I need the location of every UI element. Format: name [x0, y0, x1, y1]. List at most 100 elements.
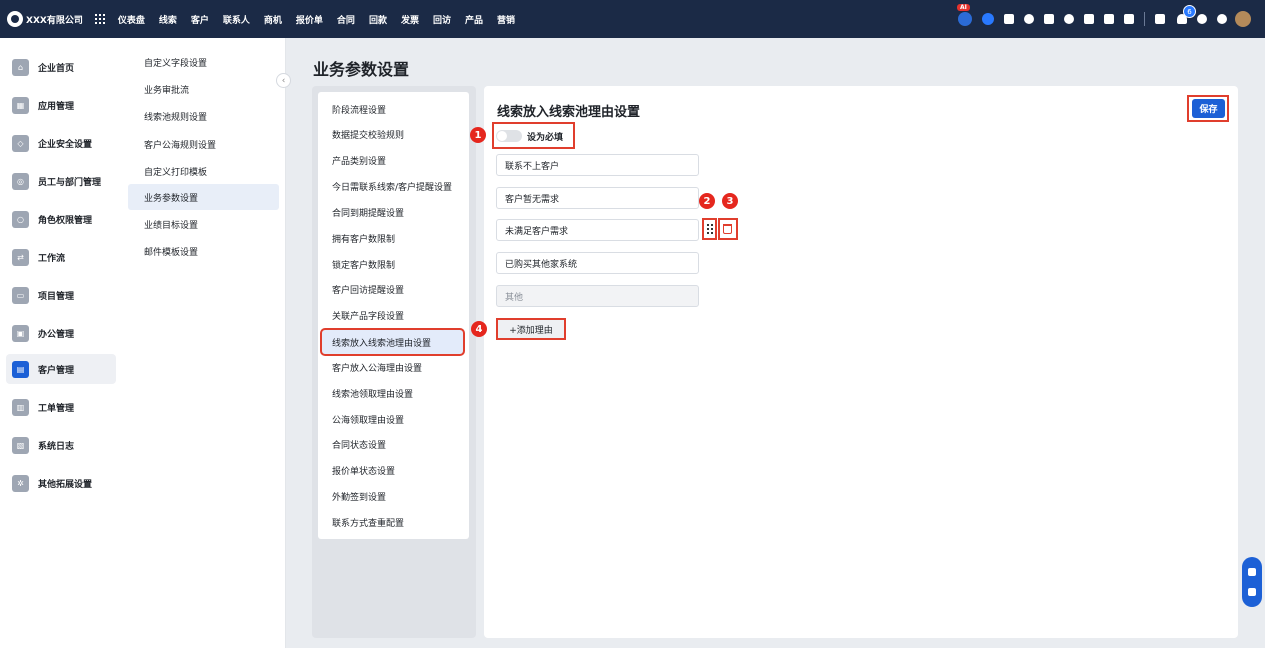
sidebar-item-extensions[interactable]: ✲ 其他拓展设置: [6, 468, 116, 498]
menu-item-quote-status[interactable]: 报价单状态设置: [322, 458, 463, 482]
nav-dashboard[interactable]: 仪表盘: [118, 13, 145, 26]
menu-item-product-fields[interactable]: 关联产品字段设置: [322, 303, 463, 327]
subnav-item-email-templates[interactable]: 邮件模板设置: [128, 238, 279, 264]
menu-item-contract-status[interactable]: 合同状态设置: [322, 432, 463, 456]
add-reason-button[interactable]: +添加理由: [498, 320, 564, 338]
nav-invoices[interactable]: 发票: [401, 13, 419, 26]
nav-customers[interactable]: 客户: [191, 13, 209, 26]
step-marker: 2: [699, 193, 715, 209]
customer-icon: ▤: [12, 360, 29, 378]
reason-input[interactable]: [496, 154, 699, 176]
feedback-icon[interactable]: [1248, 588, 1256, 596]
sidebar: ⌂ 企业首页 ▦ 应用管理 ◇ 企业安全设置 ◎ 员工与部门管理 ○ 角色权限管理 ⇄ 工作…: [0, 38, 124, 648]
sidebar-item-label: 系统日志: [38, 441, 75, 452]
step-marker: 3: [722, 193, 738, 209]
menu-item-contract-expiry-reminder[interactable]: 合同到期提醒设置: [322, 200, 463, 224]
divider: [1144, 12, 1145, 26]
drag-handle-icon[interactable]: [707, 224, 713, 234]
nav-opportunities[interactable]: 商机: [264, 13, 282, 26]
sidebar-item-label: 办公管理: [38, 329, 75, 340]
bell-icon[interactable]: 6: [1177, 5, 1196, 24]
menu-item-lead-pool-reason[interactable]: 线索放入线索池理由设置: [320, 328, 465, 356]
mail-icon[interactable]: [1044, 14, 1054, 24]
sidebar-item-logs[interactable]: ▧ 系统日志: [6, 430, 116, 460]
customer-service-icon[interactable]: [1248, 568, 1256, 576]
subnav-item-print-templates[interactable]: 自定义打印模板: [128, 158, 279, 184]
ai-badge: AI: [957, 4, 970, 11]
user-icon[interactable]: [1064, 14, 1074, 24]
sidebar-item-label: 应用管理: [38, 101, 75, 112]
sidebar-item-home[interactable]: ⌂ 企业首页: [6, 52, 116, 82]
toggle-knob: [497, 131, 507, 141]
sidebar-item-roles[interactable]: ○ 角色权限管理: [6, 204, 116, 234]
ai-assistant-icon[interactable]: AI: [957, 4, 972, 26]
reason-input[interactable]: [496, 219, 699, 241]
sidebar-item-security[interactable]: ◇ 企业安全设置: [6, 128, 116, 158]
avatar[interactable]: [1235, 11, 1251, 27]
project-icon: ▭: [12, 286, 29, 304]
menu-item-today-contact-reminder[interactable]: 今日需联系线索/客户提醒设置: [322, 174, 463, 198]
menu-item-stage-flow[interactable]: 阶段流程设置: [322, 97, 463, 121]
subnav-item-public-sea-rules[interactable]: 客户公海规则设置: [128, 131, 279, 157]
menu-item-revisit-reminder[interactable]: 客户回访提醒设置: [322, 277, 463, 301]
trash-icon[interactable]: [723, 224, 732, 234]
sidebar-item-tickets[interactable]: ▥ 工单管理: [6, 392, 116, 422]
menu-item-customer-limit[interactable]: 拥有客户数限制: [322, 226, 463, 250]
nav-quotes[interactable]: 报价单: [296, 13, 323, 26]
sub-nav: 自定义字段设置 业务审批流 线索池规则设置 客户公海规则设置 自定义打印模板 业…: [124, 38, 286, 648]
help-icon[interactable]: [1197, 14, 1207, 24]
subnav-item-approval-flow[interactable]: 业务审批流: [128, 76, 279, 102]
sidebar-item-staff[interactable]: ◎ 员工与部门管理: [6, 166, 116, 196]
sidebar-item-label: 工单管理: [38, 403, 75, 414]
menu-item-validation-rules[interactable]: 数据提交校验规则: [322, 122, 463, 146]
calendar-icon[interactable]: [1124, 14, 1134, 24]
bot-icon[interactable]: [982, 13, 994, 25]
sidebar-item-projects[interactable]: ▭ 项目管理: [6, 280, 116, 310]
team-icon: ◎: [12, 172, 29, 190]
sidebar-item-apps[interactable]: ▦ 应用管理: [6, 90, 116, 120]
document-icon[interactable]: [1084, 14, 1094, 24]
nav-leads[interactable]: 线索: [159, 13, 177, 26]
menu-item-contact-dedup[interactable]: 联系方式查重配置: [322, 510, 463, 534]
phone-icon[interactable]: [1104, 14, 1114, 24]
nav-revisits[interactable]: 回访: [433, 13, 451, 26]
subnav-item-business-params[interactable]: 业务参数设置: [128, 184, 279, 210]
required-toggle[interactable]: [496, 130, 522, 142]
sidebar-item-customers[interactable]: ▤ 客户管理: [6, 354, 116, 384]
collapse-sidebar-button[interactable]: ‹: [276, 73, 291, 88]
required-toggle-label: 设为必填: [527, 133, 564, 143]
subnav-item-performance-goals[interactable]: 业绩目标设置: [128, 211, 279, 237]
globe-icon[interactable]: [1024, 14, 1034, 24]
reason-input-disabled: [496, 285, 699, 307]
nav-contracts[interactable]: 合同: [337, 13, 355, 26]
menu-item-field-checkin[interactable]: 外勤签到设置: [322, 484, 463, 508]
save-button[interactable]: 保存: [1192, 99, 1225, 118]
menu-item-public-sea-reason[interactable]: 客户放入公海理由设置: [322, 355, 463, 379]
sidebar-item-workflow[interactable]: ⇄ 工作流: [6, 242, 116, 272]
subnav-item-lead-pool-rules[interactable]: 线索池规则设置: [128, 103, 279, 129]
subnav-item-custom-fields[interactable]: 自定义字段设置: [128, 49, 279, 75]
menu-item-product-category[interactable]: 产品类别设置: [322, 148, 463, 172]
report-icon[interactable]: [1155, 14, 1165, 24]
brand[interactable]: XXX有限公司: [7, 11, 83, 27]
nav-payments[interactable]: 回款: [369, 13, 387, 26]
chat-icon[interactable]: [1004, 14, 1014, 24]
menu-item-lock-limit[interactable]: 锁定客户数限制: [322, 252, 463, 276]
menu-item-public-claim-reason[interactable]: 公海领取理由设置: [322, 407, 463, 431]
menu-item-lead-claim-reason[interactable]: 线索池领取理由设置: [322, 381, 463, 405]
apps-icon: ▦: [12, 96, 29, 114]
sidebar-item-office[interactable]: ▣ 办公管理: [6, 318, 116, 348]
top-right-icons: AI 6: [957, 0, 1251, 38]
reason-input[interactable]: [496, 187, 699, 209]
app-grid-icon[interactable]: [94, 13, 106, 25]
settings-icon[interactable]: [1217, 14, 1227, 24]
sidebar-item-label: 企业安全设置: [38, 139, 93, 150]
sidebar-item-label: 其他拓展设置: [38, 479, 93, 490]
nav-contacts[interactable]: 联系人: [223, 13, 250, 26]
page-title: 业务参数设置: [313, 60, 410, 79]
nav-products[interactable]: 产品: [465, 13, 483, 26]
reason-input[interactable]: [496, 252, 699, 274]
sidebar-item-label: 工作流: [38, 253, 66, 264]
floating-toolbar[interactable]: [1242, 557, 1262, 607]
nav-marketing[interactable]: 营销: [497, 13, 515, 26]
